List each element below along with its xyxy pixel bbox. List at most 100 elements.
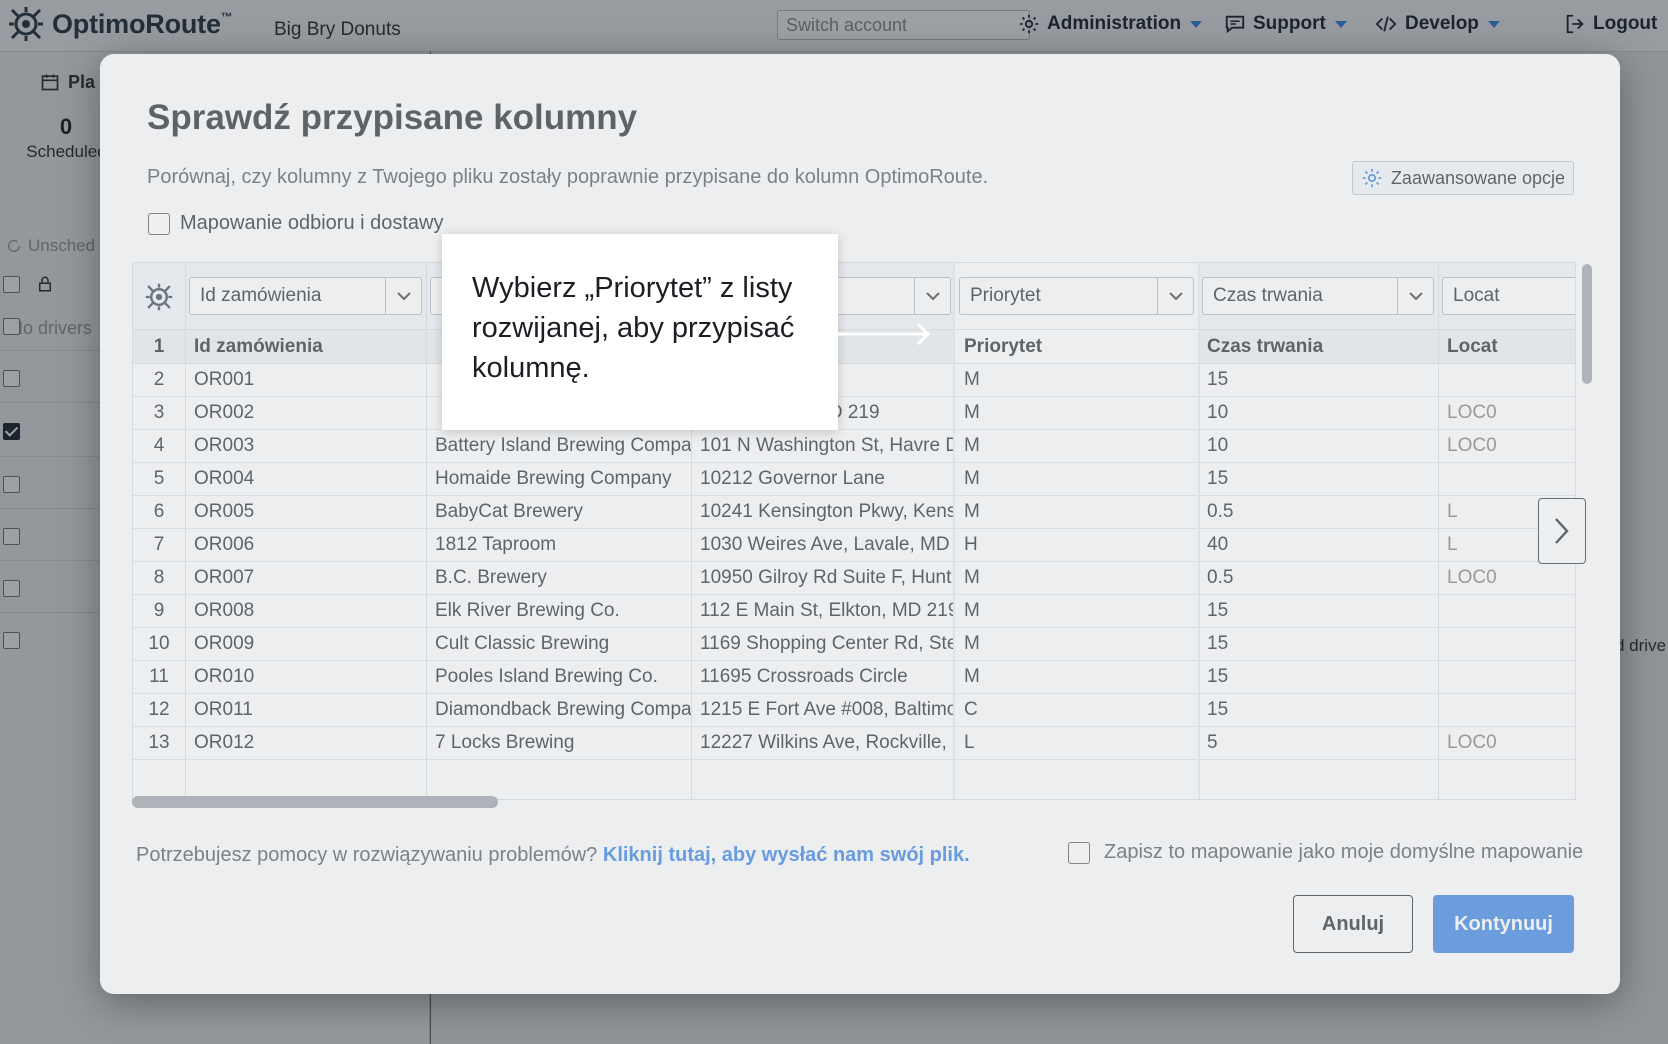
grid-corner [133, 263, 185, 330]
save-default-label: Zapisz to mapowanie jako moje domyślne m… [1104, 841, 1584, 863]
table-cell: 12227 Wilkins Ave, Rockville, MD [691, 727, 955, 760]
table-cell: Cult Classic Brewing [426, 628, 691, 661]
row-number: 5 [133, 463, 185, 496]
help-question: Potrzebujesz pomocy w rozwiązywaniu prob… [136, 844, 598, 866]
row-number: 11 [133, 661, 185, 694]
table-cell [1438, 364, 1575, 397]
horizontal-scrollbar[interactable] [132, 796, 1492, 808]
table-cell: M [955, 496, 1198, 529]
table-cell: 15 [1198, 364, 1438, 397]
row-number: 1 [133, 330, 185, 364]
table-cell: L [955, 727, 1198, 760]
advanced-options-label: Zaawansowane opcje [1390, 167, 1566, 188]
column-select-location[interactable]: Locat [1442, 277, 1575, 315]
table-cell: OR005 [185, 496, 426, 529]
header-cell: Priorytet [955, 330, 1198, 364]
column-divider [185, 263, 186, 799]
scroll-right-button[interactable] [1538, 498, 1586, 564]
table-cell: LOC0 [1438, 430, 1575, 463]
horizontal-scrollbar-thumb[interactable] [132, 796, 498, 808]
table-cell: B.C. Brewery [426, 562, 691, 595]
table-cell: OR010 [185, 661, 426, 694]
save-default-toggle[interactable]: Zapisz to mapowanie jako moje domyślne m… [1068, 841, 1583, 864]
table-cell: 15 [1198, 661, 1438, 694]
arrow-right-icon [838, 322, 931, 346]
table-cell [1438, 628, 1575, 661]
advanced-options-button[interactable]: Zaawansowane opcje [1352, 161, 1574, 195]
table-cell: OR004 [185, 463, 426, 496]
pickup-delivery-label: Mapowanie odbioru i dostawy [180, 212, 444, 234]
row-number: 4 [133, 430, 185, 463]
help-text: Potrzebujesz pomocy w rozwiązywaniu prob… [136, 844, 970, 867]
table-cell: 10 [1198, 430, 1438, 463]
table-cell: Pooles Island Brewing Co. [426, 661, 691, 694]
table-cell: 15 [1198, 463, 1438, 496]
column-select-cell: Locat [1438, 263, 1575, 330]
save-default-checkbox[interactable] [1068, 841, 1090, 864]
table-cell: C [955, 694, 1198, 727]
table-cell: 101 N Washington St, Havre De G [691, 430, 955, 463]
column-select-value: Locat [1453, 285, 1500, 306]
table-cell [1438, 595, 1575, 628]
column-select-cell: Czas trwania [1198, 263, 1438, 330]
pickup-delivery-checkbox[interactable] [148, 212, 170, 235]
table-cell: 10241 Kensington Pkwy, Kensing [691, 496, 955, 529]
table-cell: OR002 [185, 397, 426, 430]
table-cell: OR008 [185, 595, 426, 628]
table-cell: 1812 Taproom [426, 529, 691, 562]
table-cell: 7 Locks Brewing [426, 727, 691, 760]
column-select-duration[interactable]: Czas trwania [1202, 277, 1434, 315]
row-number: 3 [133, 397, 185, 430]
column-select-value: Priorytet [970, 285, 1041, 306]
cancel-button[interactable]: Anuluj [1293, 895, 1413, 953]
table-cell: M [955, 430, 1198, 463]
table-cell: 40 [1198, 529, 1438, 562]
table-cell: OR009 [185, 628, 426, 661]
column-select-cell: Id zamówienia [185, 263, 426, 330]
table-cell: OR012 [185, 727, 426, 760]
table-cell [1438, 661, 1575, 694]
send-file-link[interactable]: Kliknij tutaj, aby wysłać nam swój plik. [603, 844, 970, 866]
table-cell: M [955, 397, 1198, 430]
continue-button[interactable]: Kontynuuj [1433, 895, 1574, 953]
row-number: 12 [133, 694, 185, 727]
chevron-down-icon [1397, 278, 1433, 314]
dialog-title: Sprawdź przypisane kolumny [147, 98, 638, 137]
table-cell [1438, 694, 1575, 727]
column-divider [1198, 263, 1199, 799]
chevron-down-icon [1157, 278, 1193, 314]
column-select-priority[interactable]: Priorytet [959, 277, 1194, 315]
table-cell: 10 [1198, 397, 1438, 430]
table-cell: M [955, 628, 1198, 661]
table-cell: Diamondback Brewing Company [426, 694, 691, 727]
table-cell: 0.5 [1198, 496, 1438, 529]
table-cell: OR003 [185, 430, 426, 463]
column-select-order-id[interactable]: Id zamówienia [189, 277, 422, 315]
table-cell: LOC0 [1438, 397, 1575, 430]
header-cell: Id zamówienia [185, 330, 426, 364]
table-cell: M [955, 562, 1198, 595]
column-select-value: Czas trwania [1213, 285, 1323, 306]
row-number: 2 [133, 364, 185, 397]
chevron-down-icon [914, 278, 950, 314]
table-cell: M [955, 595, 1198, 628]
header-cell: Czas trwania [1198, 330, 1438, 364]
table-cell: 15 [1198, 595, 1438, 628]
dialog-subtitle: Porównaj, czy kolumny z Twojego pliku zo… [147, 166, 989, 188]
table-cell: LOC0 [1438, 727, 1575, 760]
table-cell: OR007 [185, 562, 426, 595]
callout-text: Wybierz „Priorytet” z listy rozwijanej, … [472, 272, 795, 384]
table-cell: 10950 Gilroy Rd Suite F, Hunt Val [691, 562, 955, 595]
column-divider [426, 263, 427, 799]
table-cell: 11695 Crossroads Circle [691, 661, 955, 694]
table-cell: M [955, 463, 1198, 496]
column-mapping-dialog: Sprawdź przypisane kolumny Porównaj, czy… [100, 54, 1620, 994]
header-cell: Locat [1438, 330, 1575, 364]
table-cell: OR011 [185, 694, 426, 727]
table-cell: 1169 Shopping Center Rd, Steven [691, 628, 955, 661]
pickup-delivery-toggle[interactable]: Mapowanie odbioru i dostawy [148, 212, 444, 235]
vertical-scrollbar[interactable] [1582, 264, 1592, 384]
table-cell: 112 E Main St, Elkton, MD 21921 [691, 595, 955, 628]
gear-icon [1362, 168, 1382, 188]
table-cell: 0.5 [1198, 562, 1438, 595]
